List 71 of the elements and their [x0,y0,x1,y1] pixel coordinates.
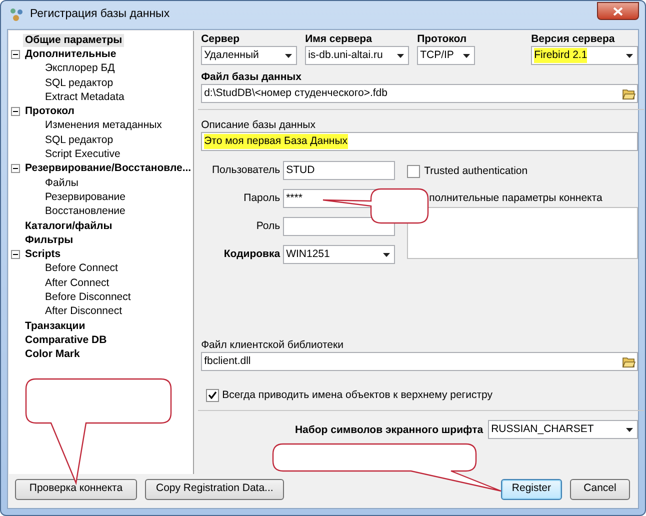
tree-item[interactable]: Scripts [23,248,63,262]
dialog-button[interactable]: Copy Registration Data... [145,478,284,500]
text-field[interactable]: STUD [283,161,396,180]
tree-item[interactable]: Резервирование [43,190,128,204]
checkbox-label: Всегда приводить имена объектов к верхнему регистру [222,388,493,402]
collapse-icon[interactable] [11,50,20,59]
dialog-button[interactable]: Cancel [570,478,630,500]
tree-item[interactable]: Эксплорер БД [43,62,117,76]
tree-item[interactable]: Файлы [43,176,80,190]
collapse-icon[interactable] [11,107,20,116]
close-button[interactable] [597,2,639,20]
tree-item[interactable]: Before Disconnect [43,290,133,304]
tree-item[interactable]: Before Connect [43,262,120,276]
tree-item[interactable]: SQL редактор [43,76,116,90]
field-label: полнительные параметры коннекта [428,191,604,205]
encoding-select[interactable]: WIN1251 [283,245,396,264]
field-label: Роль [255,218,282,234]
close-icon [613,6,623,16]
tree-item[interactable]: After Connect [43,276,112,290]
field-label: Файл базы данных [201,70,302,84]
tree-item[interactable]: Изменения метаданных [43,119,164,132]
tree-item[interactable]: Восстановление [43,205,128,218]
folder-icon[interactable] [622,356,636,368]
field-label: Файл клиентской библиотеки [201,338,344,352]
field-label: Кодировка [222,246,282,262]
charset-select[interactable]: RUSSIAN_CHARSET [488,420,638,439]
caret-icon [626,54,633,58]
dialog-button[interactable]: Проверка коннекта [15,478,137,500]
folder-icon[interactable] [622,88,636,100]
collapse-icon[interactable] [11,164,20,174]
checkbox-label: Trusted authentication [424,164,528,178]
field-label: Пароль [242,190,282,206]
app-icon [9,7,25,23]
tree-item[interactable]: Дополнительные [23,48,118,61]
file-path-field[interactable]: fbclient.dll [201,352,638,371]
field-label: Версия сервера [531,32,616,46]
text-field[interactable] [283,217,396,236]
field-label: Сервер [201,32,240,46]
field-label: Протокол [417,32,468,46]
server-select[interactable]: Firebird 2.1 [531,46,638,65]
collapse-icon[interactable] [11,250,20,260]
caret-icon [462,54,470,58]
caret-icon [284,54,292,58]
caret-icon [382,252,390,256]
checkbox[interactable] [407,164,420,178]
tree-item[interactable]: Фильтры [23,234,76,247]
tree-item[interactable]: Color Mark [23,348,82,362]
file-path-field[interactable]: d:\StudDB\<номер студенческого>.fdb [201,84,638,103]
field-label: Описание базы данных [201,118,316,132]
dialog-button[interactable]: Register [500,478,562,500]
caret-icon [626,428,633,432]
tree-item[interactable]: Общие параметры [23,34,124,47]
server-select[interactable]: TCP/IP [417,46,476,65]
tree-item[interactable]: Каталоги/файлы [23,220,114,232]
server-select[interactable]: Удаленный [201,46,298,65]
description-field[interactable]: Это моя первая База Данных [201,132,638,151]
tree-item[interactable]: Транзакции [23,320,88,333]
field-label: Набор символов экранного шрифта [294,422,484,436]
tree-item[interactable]: After Disconnect [43,305,124,318]
window-title: Регистрация базы данных [30,7,170,22]
field-label: Пользователь [210,162,282,178]
tree-item[interactable]: Extract Metadata [43,90,126,104]
tree-item[interactable]: SQL редактор [43,134,116,147]
tree-item[interactable]: Протокол [23,105,76,118]
checkbox[interactable] [206,388,220,402]
tree-item[interactable]: Резервирование/Восстановле... [23,162,194,176]
caret-icon [396,54,404,58]
tree-item[interactable]: Comparative DB [23,334,109,347]
server-select[interactable]: is-db.uni-altai.ru [305,46,410,65]
field-label: Имя сервера [305,32,373,46]
tree-item[interactable]: Script Executive [43,148,122,162]
